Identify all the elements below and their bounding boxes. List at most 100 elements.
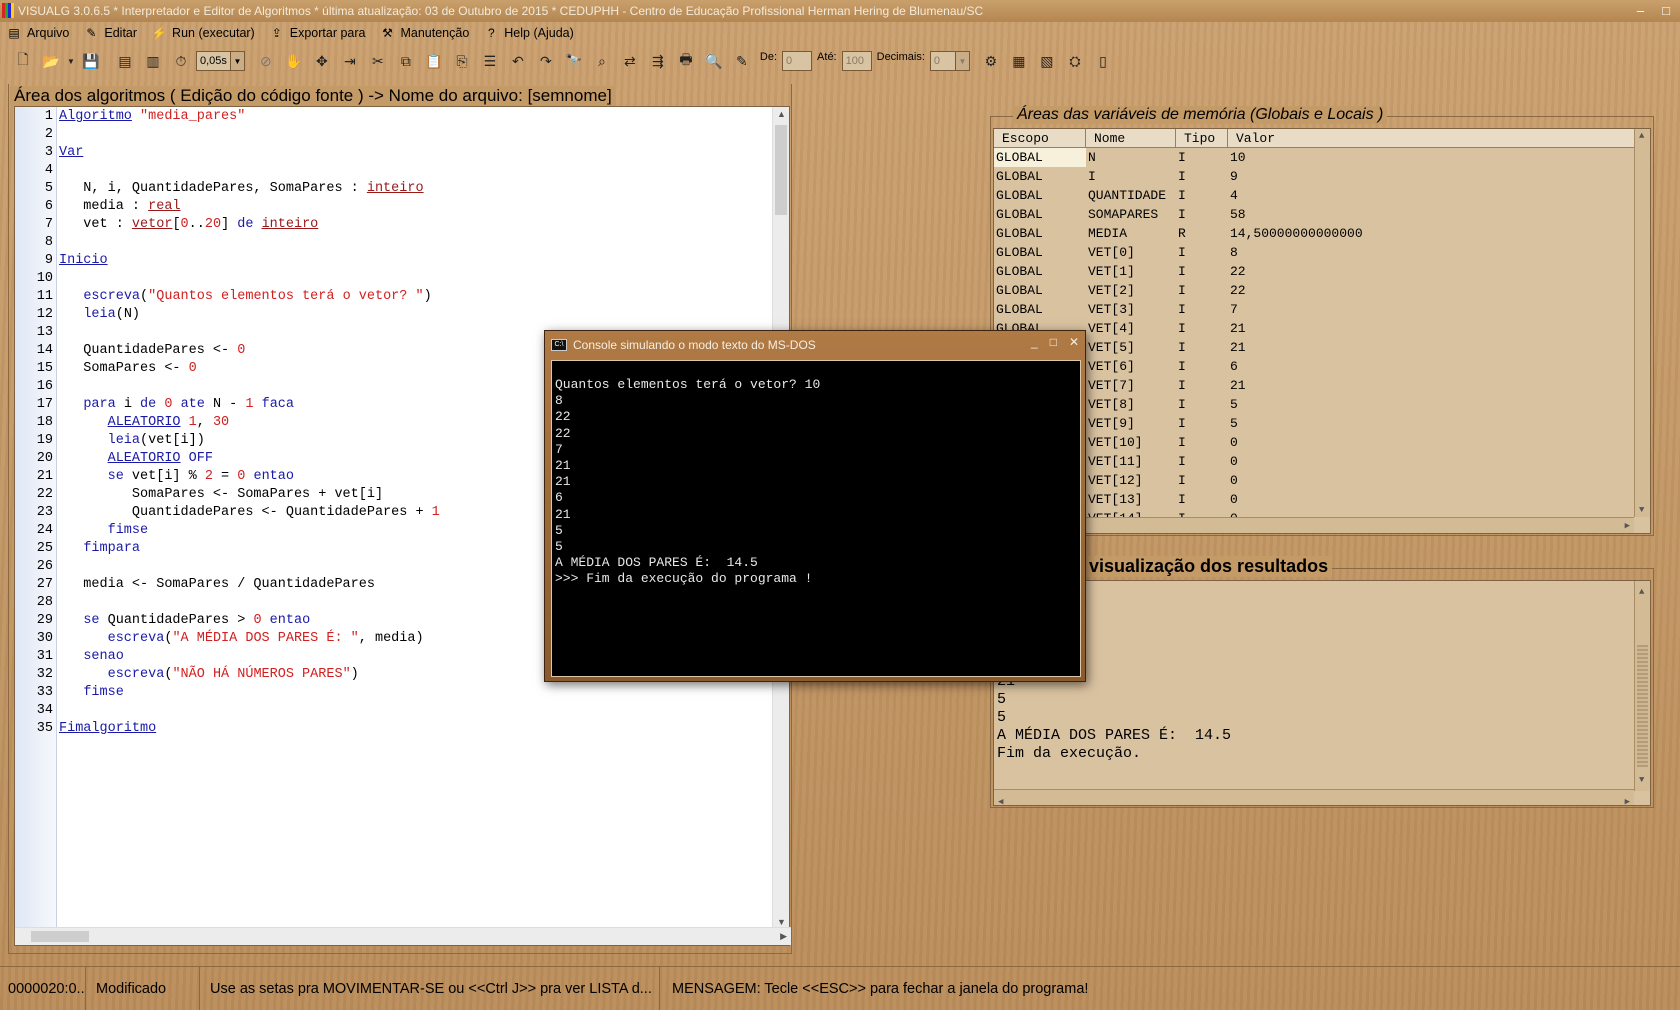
menu-help[interactable]: ? Help (Ajuda) xyxy=(481,25,581,41)
code-line[interactable]: 11 escreva("Quantos elementos terá o vet… xyxy=(15,288,775,306)
step-over-icon[interactable]: ⇥ xyxy=(337,49,363,73)
speed-select[interactable]: 0,05s ▼ xyxy=(196,51,245,71)
timer-icon[interactable]: ⏱ xyxy=(168,49,194,73)
scroll-up-icon[interactable]: ▲ xyxy=(1639,131,1644,141)
variable-row[interactable]: GLOBALVET[13]I0 xyxy=(994,490,1650,509)
variable-row[interactable]: GLOBAL MEDIA R 14,50000000000000 xyxy=(994,224,1650,243)
console-output[interactable]: Quantos elementos terá o vetor? 10 8 22 22 7… xyxy=(551,360,1081,677)
variable-row[interactable]: GLOBALVET[6]I6 xyxy=(994,357,1650,376)
variable-row[interactable]: GLOBAL N I 10 xyxy=(994,148,1650,167)
find-next-icon[interactable]: ⌕ xyxy=(589,49,615,73)
stop-icon[interactable]: ⊘ xyxy=(253,49,279,73)
replace-icon[interactable]: ⇄ xyxy=(617,49,643,73)
results-horizontal-scrollbar[interactable]: ◀ ▶ xyxy=(994,789,1634,805)
scroll-up-icon[interactable]: ▲ xyxy=(777,109,786,119)
save-icon[interactable]: 💾 xyxy=(78,49,104,73)
table-icon[interactable]: ▧ xyxy=(1034,49,1060,73)
variable-row[interactable]: GLOBAL I I 9 xyxy=(994,167,1650,186)
hand-icon[interactable]: ✋ xyxy=(281,49,307,73)
variable-row[interactable]: GLOBAL SOMAPARES I 58 xyxy=(994,205,1650,224)
undo-icon[interactable]: ↶ xyxy=(505,49,531,73)
header-valor[interactable]: Valor xyxy=(1228,129,1628,147)
new-file-icon[interactable]: 🗋 xyxy=(10,49,36,73)
variable-row[interactable]: GLOBALVET[10]I0 xyxy=(994,433,1650,452)
redo-icon[interactable]: ↷ xyxy=(533,49,559,73)
de-field[interactable]: 0 xyxy=(782,51,813,71)
clipboard-icon[interactable]: ⎘ xyxy=(449,49,475,73)
header-nome[interactable]: Nome xyxy=(1086,129,1176,147)
code-line[interactable]: 5 N, i, QuantidadePares, SomaPares : int… xyxy=(15,180,775,198)
help-icon[interactable]: ⛭ xyxy=(1062,49,1088,73)
run-icon[interactable]: ▤ xyxy=(112,49,138,73)
open-file-icon[interactable]: 📂 xyxy=(38,49,64,73)
code-line[interactable]: 6 media : real xyxy=(15,198,775,216)
variable-row[interactable]: GLOBAL VET[1] I 22 xyxy=(994,262,1650,281)
scroll-up-icon[interactable]: ▲ xyxy=(1639,583,1644,601)
menu-editar[interactable]: ✎ Editar xyxy=(81,25,145,41)
code-line[interactable]: 12 leia(N) xyxy=(15,306,775,324)
format-icon[interactable]: ☰ xyxy=(477,49,503,73)
console-title-bar[interactable]: C:\ Console simulando o modo texto do MS… xyxy=(545,331,1085,359)
close-icon[interactable]: ✕ xyxy=(1069,335,1079,349)
code-line[interactable]: 4 xyxy=(15,162,775,180)
scroll-right-icon[interactable]: ▶ xyxy=(1625,521,1630,531)
scroll-thumb[interactable] xyxy=(31,931,89,942)
cut-icon[interactable]: ✂ xyxy=(365,49,391,73)
minimize-button[interactable]: – xyxy=(1637,0,1644,22)
maximize-icon[interactable]: □ xyxy=(1050,335,1057,349)
code-line[interactable]: 3 Var xyxy=(15,144,775,162)
menu-manutenção[interactable]: ⚒ Manutenção xyxy=(377,25,477,41)
scroll-down-icon[interactable]: ▼ xyxy=(1639,505,1644,515)
print-icon[interactable]: 🖶 xyxy=(673,49,699,73)
minimize-icon[interactable]: _ xyxy=(1031,335,1038,349)
variables-table[interactable]: Escopo Nome Tipo Valor GLOBAL N I 10 GLOBAL I… xyxy=(993,128,1651,534)
variable-row[interactable]: GLOBALVET[9]I5 xyxy=(994,414,1650,433)
variables-vertical-scrollbar[interactable]: ▲ ▼ xyxy=(1634,129,1650,517)
wand-icon[interactable]: ✎ xyxy=(729,49,755,73)
maximize-button[interactable]: □ xyxy=(1662,0,1670,22)
variable-row[interactable]: GLOBAL VET[2] I 22 xyxy=(994,281,1650,300)
ate-field[interactable]: 100 xyxy=(841,51,872,71)
console-window[interactable]: C:\ Console simulando o modo texto do MS… xyxy=(544,330,1086,682)
variable-row[interactable]: GLOBALVET[12]I0 xyxy=(994,471,1650,490)
copy-icon[interactable]: ⧉ xyxy=(393,49,419,73)
scroll-left-icon[interactable]: ◀ xyxy=(998,793,1003,805)
results-vertical-scrollbar[interactable]: ▲ ▼ xyxy=(1634,581,1650,791)
scroll-thumb[interactable] xyxy=(775,125,787,215)
open-dropdown-icon[interactable]: ▼ xyxy=(66,49,76,73)
variable-row[interactable]: GLOBAL VET[3] I 7 xyxy=(994,300,1650,319)
chevron-down-icon[interactable]: ▼ xyxy=(954,52,969,70)
variable-row[interactable]: GLOBAL VET[0] I 8 xyxy=(994,243,1650,262)
code-line[interactable]: 33 fimse xyxy=(15,684,775,702)
variable-row[interactable]: GLOBALVET[11]I0 xyxy=(994,452,1650,471)
scroll-right-icon[interactable]: ▶ xyxy=(780,931,787,942)
chevron-down-icon[interactable]: ▼ xyxy=(229,52,244,70)
menu-exportar[interactable]: ⇪ Exportar para xyxy=(267,25,374,41)
scroll-down-icon[interactable]: ▼ xyxy=(1639,771,1644,789)
zoom-icon[interactable]: 🔍 xyxy=(701,49,727,73)
code-line[interactable]: 34 xyxy=(15,702,775,720)
paste-icon[interactable]: 📋 xyxy=(421,49,447,73)
code-line[interactable]: 8 xyxy=(15,234,775,252)
results-output[interactable]: 2155A MÉDIA DOS PARES É: 14.5Fim da exec… xyxy=(993,580,1651,806)
code-line[interactable]: 35 Fimalgoritmo xyxy=(15,720,775,738)
code-line[interactable]: 2 xyxy=(15,126,775,144)
code-line[interactable]: 9 Inicio xyxy=(15,252,775,270)
indent-icon[interactable]: ⇶ xyxy=(645,49,671,73)
decimais-select[interactable]: 0 ▼ xyxy=(929,51,970,71)
calculator-icon[interactable]: ▦ xyxy=(1006,49,1032,73)
menu-arquivo[interactable]: ▤ Arquivo xyxy=(4,25,77,41)
menu-run[interactable]: ⚡ Run (executar) xyxy=(149,25,263,41)
editor-horizontal-scrollbar[interactable]: ▶ xyxy=(15,927,791,945)
variable-row[interactable]: GLOBAL VET[4] I 21 xyxy=(994,319,1650,338)
header-escopo[interactable]: Escopo xyxy=(994,129,1086,147)
exit-icon[interactable]: ▯ xyxy=(1090,49,1116,73)
header-tipo[interactable]: Tipo xyxy=(1176,129,1228,147)
scroll-down-icon[interactable]: ▼ xyxy=(777,917,786,927)
breakpoint-icon[interactable]: ✥ xyxy=(309,49,335,73)
find-icon[interactable]: 🔭 xyxy=(561,49,587,73)
scroll-right-icon[interactable]: ▶ xyxy=(1625,793,1630,805)
variable-row[interactable]: GLOBAL QUANTIDADE I 4 xyxy=(994,186,1650,205)
code-line[interactable]: 1 Algoritmo "media_pares" xyxy=(15,108,775,126)
settings-icon[interactable]: ⚙ xyxy=(978,49,1004,73)
